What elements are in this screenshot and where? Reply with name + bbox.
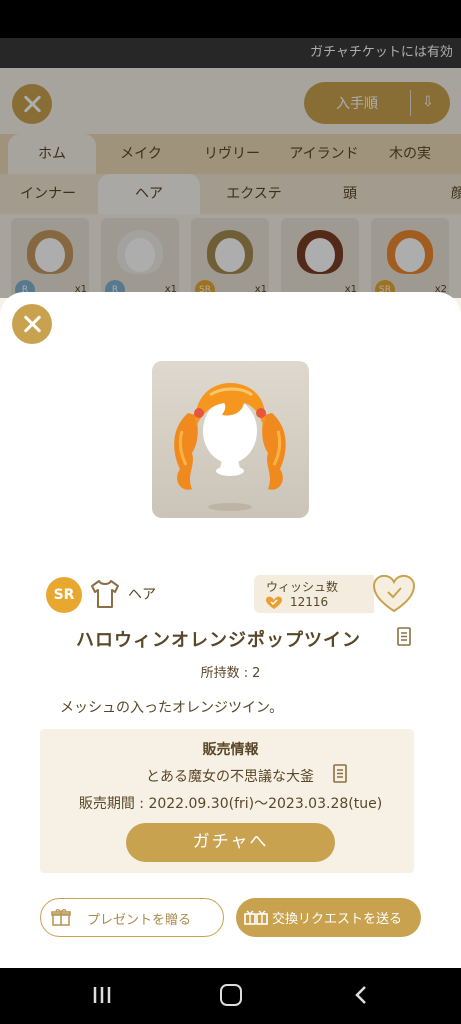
trade-request-label: 交換リクエストを送る (272, 912, 403, 927)
document-icon[interactable] (396, 627, 412, 647)
home-icon[interactable] (220, 984, 242, 1006)
sale-info-title: 販売情報 (202, 742, 259, 758)
rarity-badge: SR (46, 577, 82, 613)
wish-count: 12116 (290, 595, 329, 609)
orange-twin-tail-hair-icon (174, 383, 286, 511)
sale-period: 販売期間 : 2022.09.30(fri)〜2023.03.28(tue) (78, 796, 383, 812)
item-description: メッシュの入ったオレンジツイン。 (60, 700, 284, 716)
send-present-button[interactable]: プレゼントを贈る (40, 898, 224, 937)
close-button[interactable] (12, 304, 52, 344)
gacha-name: とある魔女の不思議な大釜 (146, 769, 314, 785)
status-bar (0, 0, 461, 38)
gift-icon (51, 907, 71, 927)
owned-count-row: 所持数 :2 (0, 662, 461, 681)
recents-icon[interactable] (92, 986, 112, 1004)
modal-backdrop[interactable] (0, 38, 461, 298)
go-to-gacha-button[interactable]: ガチャへ (126, 823, 335, 862)
send-present-label: プレゼントを贈る (87, 913, 192, 928)
item-name-row: ハロウィンオレンジポップツイン (0, 626, 461, 652)
document-icon[interactable] (332, 764, 348, 784)
wish-heart-button[interactable] (372, 574, 416, 614)
trade-request-button[interactable]: 交換リクエストを送る (236, 898, 421, 937)
owned-label: 所持数 : (200, 666, 249, 681)
item-name: ハロウィンオレンジポップツイン (76, 630, 361, 651)
owned-count: 2 (252, 666, 261, 681)
exchange-gift-icon (244, 907, 268, 927)
wish-label: ウィッシュ数 (266, 580, 339, 594)
heart-icon (266, 595, 282, 609)
item-preview-image (152, 361, 309, 518)
back-icon[interactable] (354, 985, 368, 1005)
item-category: ヘア (128, 587, 156, 603)
shirt-icon (88, 577, 122, 611)
